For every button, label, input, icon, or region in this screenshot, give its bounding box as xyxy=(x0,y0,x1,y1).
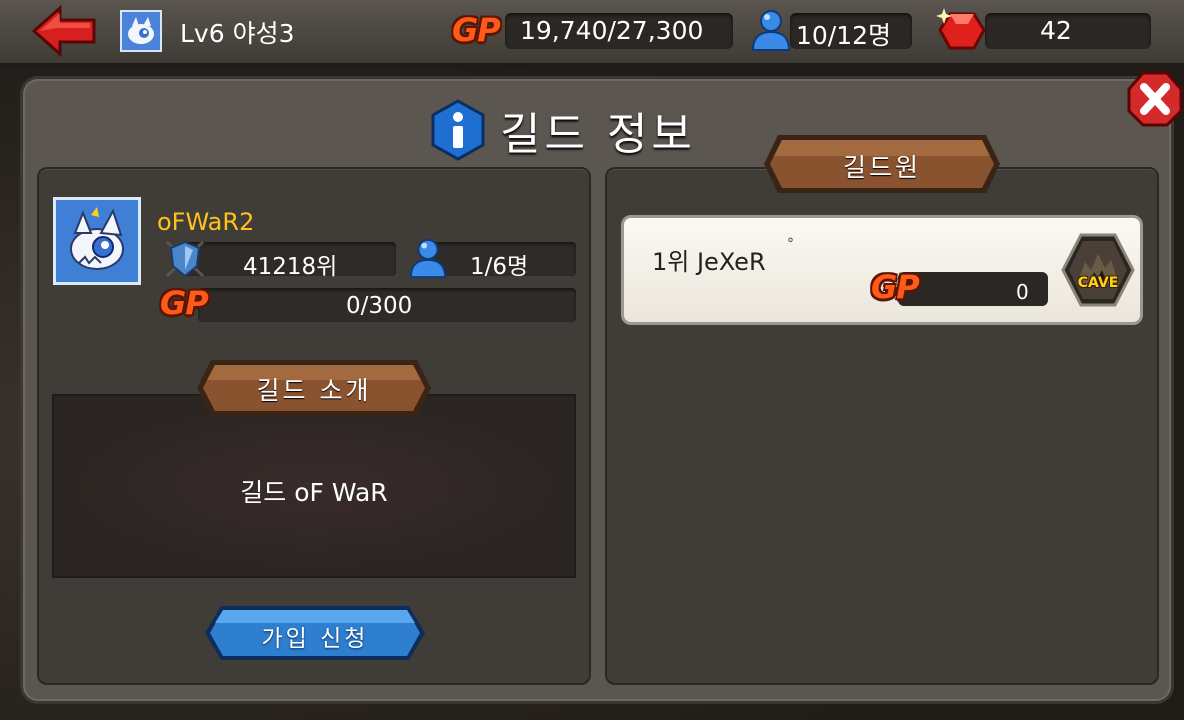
member-gp: 0 xyxy=(1016,280,1029,304)
cave-badge-label: CAVE xyxy=(1077,275,1119,291)
member-status-mark: ° xyxy=(787,236,794,252)
shield-icon xyxy=(165,240,205,278)
gem-icon xyxy=(936,8,986,50)
player-level-label: Lv6 야성3 xyxy=(180,19,295,48)
members-header-label: 길드원 xyxy=(842,153,921,182)
info-icon xyxy=(431,99,485,161)
members-value: 10/12명 xyxy=(796,21,892,50)
player-avatar[interactable] xyxy=(120,10,162,52)
gp-logo-icon: GP xyxy=(871,268,920,306)
dragon-avatar-icon xyxy=(70,207,124,270)
dialog-title: 길드 정보 xyxy=(500,109,696,160)
gp-logo-icon: GP xyxy=(452,11,501,49)
dialog-title-row: 길드 정보 xyxy=(430,98,696,162)
person-icon xyxy=(409,238,447,278)
guild-gp: 0/300 xyxy=(346,293,413,319)
guild-emblem xyxy=(53,197,141,285)
person-icon xyxy=(751,10,791,51)
guild-members: 1/6명 xyxy=(470,254,529,280)
join-request-button[interactable]: 가입 신청 xyxy=(203,619,427,653)
member-name: 1위 JeXeR xyxy=(652,248,766,276)
intro-header-label: 길드 소개 xyxy=(256,376,372,405)
guild-name: oFWaR2 xyxy=(157,208,255,236)
gp-logo-icon: GP xyxy=(160,284,209,322)
back-arrow-icon[interactable] xyxy=(30,4,100,58)
guild-intro-text: 길드 oF WaR xyxy=(240,478,388,507)
cave-icon: CAVE xyxy=(1061,232,1135,308)
gems-value: 42 xyxy=(1040,16,1072,45)
top-bar: Lv6 야성3 GP 19,740/27,300 10/12명 42 xyxy=(0,0,1184,66)
close-icon[interactable] xyxy=(1127,69,1183,129)
dragon-avatar-icon xyxy=(128,17,154,44)
gp-value: 19,740/27,300 xyxy=(520,16,704,45)
guild-rank: 41218위 xyxy=(243,254,338,280)
